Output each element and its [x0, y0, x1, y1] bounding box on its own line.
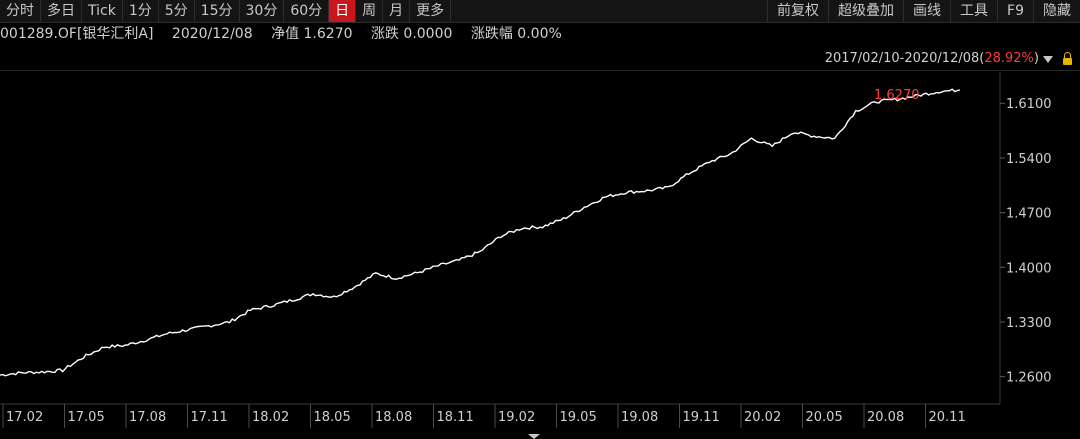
x-tick-label: 17.05: [68, 410, 105, 425]
x-tick-label: 20.02: [744, 410, 781, 425]
y-tick-label: 1.6100: [1006, 97, 1052, 112]
x-tick-label: 19.08: [621, 410, 658, 425]
last-value-label: 1.6270: [874, 88, 920, 103]
x-tick-label: 18.11: [437, 410, 474, 425]
scroll-handle-icon[interactable]: [528, 434, 540, 439]
x-tick-label: 18.02: [252, 410, 289, 425]
x-tick-label: 17.11: [191, 410, 228, 425]
nav-series-line: [0, 88, 961, 377]
x-tick-label: 20.05: [806, 410, 843, 425]
x-tick-label: 19.02: [498, 410, 535, 425]
x-tick-label: 17.02: [6, 410, 43, 425]
x-tick-label: 20.11: [929, 410, 966, 425]
x-tick-label: 20.08: [867, 410, 904, 425]
x-tick-label: 17.08: [129, 410, 166, 425]
x-tick-label: 19.05: [560, 410, 597, 425]
y-tick-label: 1.4000: [1006, 261, 1052, 276]
y-tick-label: 1.2600: [1006, 371, 1052, 386]
nav-line-chart: 17.02 17.05 17.08 17.11 18.02 18.05 18.08 18.11…: [0, 72, 1052, 439]
y-tick-label: 1.3300: [1006, 316, 1052, 331]
x-tick-label: 19.11: [683, 410, 720, 425]
x-tick-label: 18.08: [375, 410, 412, 425]
y-tick-label: 1.5400: [1006, 152, 1052, 167]
y-tick-label: 1.4700: [1006, 207, 1052, 222]
x-tick-label: 18.05: [314, 410, 351, 425]
